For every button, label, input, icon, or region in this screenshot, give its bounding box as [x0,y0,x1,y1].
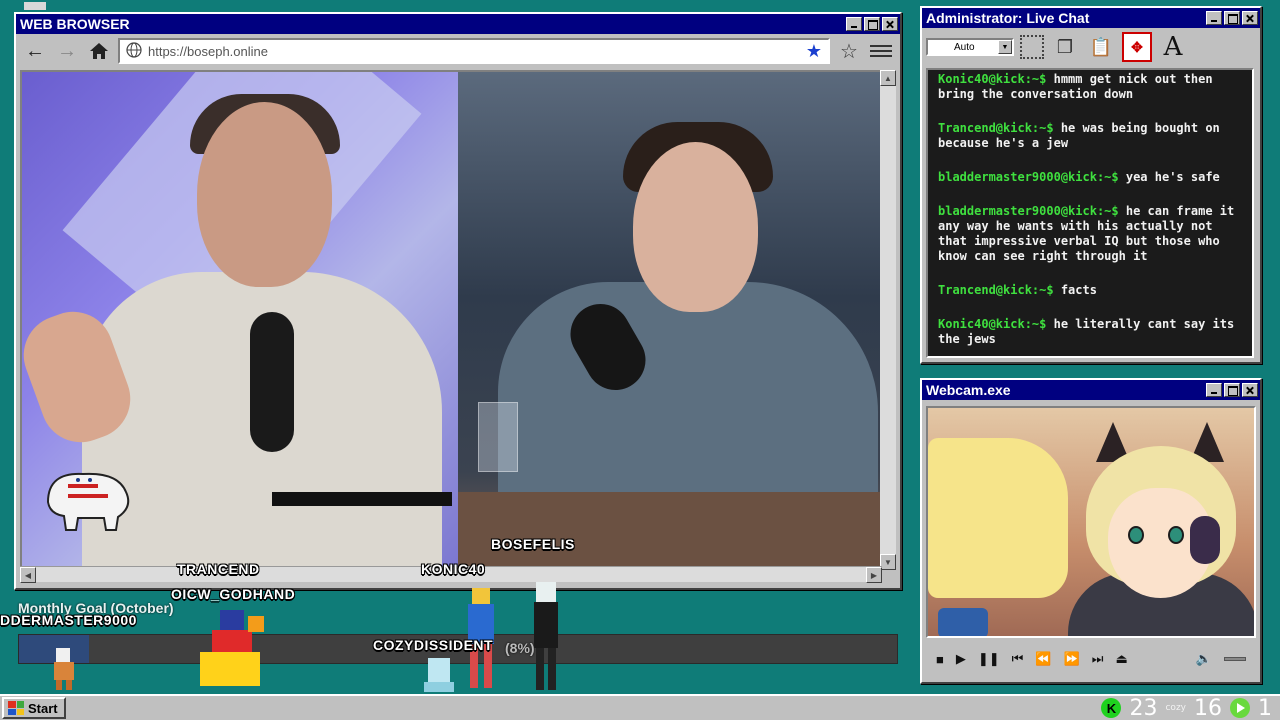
select-marquee-icon[interactable] [1020,35,1044,59]
chat-username: Trancend@kick:~$ [938,283,1054,297]
play-viewer-count: 1 [1258,695,1272,720]
maximize-button[interactable] [1224,383,1240,397]
stream-video[interactable] [20,70,882,570]
viewer-name-trancend: TRANCEND [177,561,260,577]
chat-message: Trancend@kick:~$ he was being bought on … [938,121,1246,151]
taskbar: Start K 23 cozy 16 1 [0,694,1280,720]
skip-end-icon[interactable]: ⏭ [1092,651,1104,667]
chat-username: bladdermaster9000@kick:~$ [938,204,1119,218]
chat-log[interactable]: Konic40@kick:~$ hmmm get nick out then b… [926,68,1254,358]
headphones-icon [1190,516,1220,564]
close-button[interactable] [1242,11,1258,25]
left-speaker-feed [22,72,458,568]
font-size-select[interactable]: Auto ▼ [926,38,1014,56]
play-icon[interactable]: ▶ [956,651,966,667]
cozy-viewer-count: 16 [1194,695,1222,720]
move-icon[interactable]: ✥ [1122,32,1152,62]
cozy-icon[interactable]: cozy [1165,703,1186,713]
chat-message: bladdermaster9000@kick:~$ he can frame i… [938,204,1246,264]
start-label: Start [28,700,58,716]
chat-text: yea he's safe [1125,170,1220,184]
close-button[interactable] [882,17,898,31]
desktop-icon-fragment[interactable] [24,2,46,10]
elephant-logo [46,472,130,531]
forward-arrow-icon[interactable]: → [54,38,80,64]
url-text[interactable]: https://boseph.online [148,44,268,59]
scroll-right-arrow-icon[interactable]: ▶ [866,567,882,583]
chat-toolbar: Auto ▼ ❐ 📋 ✥ A [922,28,1260,66]
media-controls: ■ ▶ ❚❚ ⏮ ⏪ ⏩ ⏭ ⏏ 🔈 [926,644,1256,674]
viewer-name-bosefelis: BOSEFELIS [491,536,575,552]
hamburger-menu-icon[interactable] [868,38,894,64]
windows-logo-icon [8,701,24,715]
sprite-character [534,582,558,690]
address-bar[interactable]: https://boseph.online ★ [118,38,830,64]
viewer-name-bladdermaster: DDERMASTER9000 [0,612,137,628]
sprite-character [200,610,264,686]
browser-toolbar: ← → https://boseph.online ★ ☆ [16,34,900,68]
favorite-star-outline-icon[interactable]: ☆ [836,38,862,64]
browser-title: WEB BROWSER [20,16,130,32]
font-icon[interactable]: A [1158,32,1188,62]
pause-icon[interactable]: ❚❚ [978,651,1000,667]
bookmark-star-icon[interactable]: ★ [806,41,822,62]
webcam-title: Webcam.exe [926,382,1011,398]
chat-title: Administrator: Live Chat [926,10,1090,26]
maximize-button[interactable] [1224,11,1240,25]
webcam-window: Webcam.exe ■ ▶ ❚❚ ⏮ ⏪ ⏩ ⏭ ⏏ 🔈 [920,378,1262,684]
right-speaker-feed [458,72,880,568]
home-icon[interactable] [86,38,112,64]
vertical-scrollbar[interactable]: ▲ ▼ [880,70,896,570]
browser-titlebar[interactable]: WEB BROWSER [16,14,900,34]
volume-slider[interactable] [1224,657,1246,661]
back-arrow-icon[interactable]: ← [22,38,48,64]
web-browser-window: WEB BROWSER ← → https://boseph.online ★ … [14,12,902,590]
rewind-icon[interactable]: ⏪ [1035,651,1051,667]
viewer-name-oicw-godhand: OICW_GODHAND [171,586,296,602]
chat-message: Konic40@kick:~$ hmmm get nick out then b… [938,72,1246,102]
teacup [938,608,988,636]
kick-viewer-count: 23 [1129,695,1158,720]
live-chat-window: Administrator: Live Chat Auto ▼ ❐ 📋 ✥ A … [920,6,1262,364]
kick-icon[interactable]: K [1101,698,1122,718]
viewer-name-cozydissident: COZYDISSIDENT [373,637,494,653]
font-size-value: Auto [954,41,975,53]
system-tray: K 23 cozy 16 1 [1101,696,1272,720]
scroll-up-arrow-icon[interactable]: ▲ [880,70,896,86]
minimize-button[interactable] [1206,383,1222,397]
chat-message: Konic40@kick:~$ he literally cant say it… [938,317,1246,347]
eject-icon[interactable]: ⏏ [1115,651,1127,667]
chevron-down-icon[interactable]: ▼ [998,40,1012,54]
viewer-name-konic40: KONIC40 [421,561,486,577]
chat-message: Trancend@kick:~$ facts [938,283,1246,298]
chat-username: Konic40@kick:~$ [938,72,1047,86]
volume-icon[interactable]: 🔈 [1196,651,1212,667]
microphone-icon [250,312,294,452]
paste-icon[interactable]: 📋 [1086,32,1116,62]
chat-text: facts [1060,283,1097,297]
stop-icon[interactable]: ■ [936,652,944,667]
webcam-titlebar[interactable]: Webcam.exe [922,380,1260,400]
maximize-button[interactable] [864,17,880,31]
close-button[interactable] [1242,383,1258,397]
start-button[interactable]: Start [2,697,66,719]
minimize-button[interactable] [846,17,862,31]
minimize-button[interactable] [1206,11,1222,25]
fast-forward-icon[interactable]: ⏩ [1064,651,1080,667]
play-icon[interactable] [1230,698,1250,718]
chat-username: Trancend@kick:~$ [938,121,1054,135]
webcam-view [926,406,1256,638]
chat-titlebar[interactable]: Administrator: Live Chat [922,8,1260,28]
chat-username: bladdermaster9000@kick:~$ [938,170,1119,184]
skip-start-icon[interactable]: ⏮ [1012,651,1024,667]
scroll-left-arrow-icon[interactable]: ◀ [20,567,36,583]
scroll-down-arrow-icon[interactable]: ▼ [880,554,896,570]
copy-icon[interactable]: ❐ [1050,32,1080,62]
chat-message: bladdermaster9000@kick:~$ yea he's safe [938,170,1246,185]
sprite-character [54,648,74,690]
globe-icon [126,41,142,61]
chat-username: Konic40@kick:~$ [938,317,1047,331]
